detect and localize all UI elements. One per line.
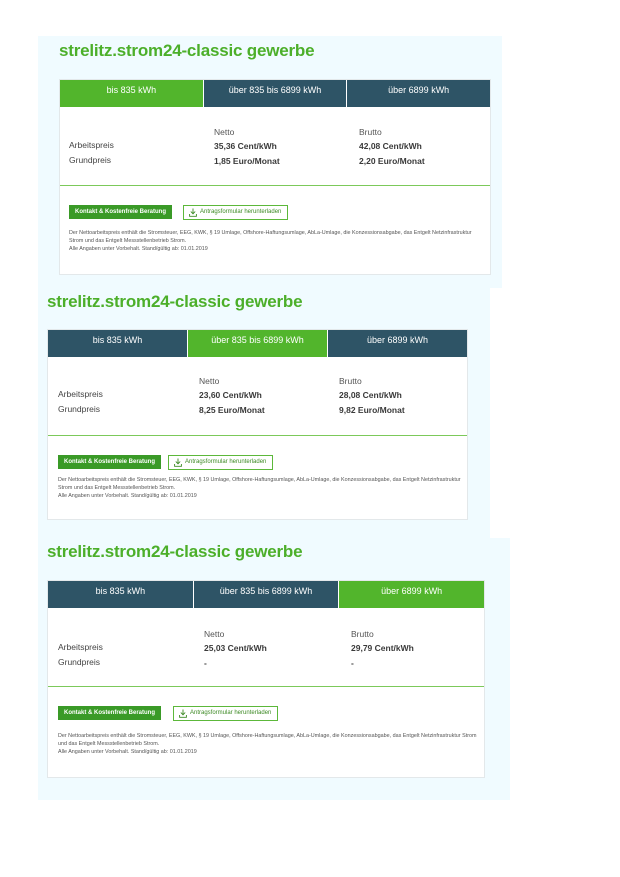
price-table: Netto Brutto Arbeitspreis 25,03 Cent/kWh… bbox=[48, 608, 484, 686]
arbeitspreis-netto: 23,60 Cent/kWh bbox=[199, 390, 262, 400]
tariff-card: bis 835 kWh über 835 bis 6899 kWh über 6… bbox=[59, 79, 491, 275]
download-form-label: Antragsformular herunterladen bbox=[185, 459, 267, 465]
tab-bis-835[interactable]: bis 835 kWh bbox=[48, 330, 188, 357]
page-title: strelitz.strom24-classic gewerbe bbox=[47, 292, 303, 311]
price-table: Netto Brutto Arbeitspreis 35,36 Cent/kWh… bbox=[60, 107, 490, 185]
tab-bis-835[interactable]: bis 835 kWh bbox=[48, 581, 194, 608]
tab-ueber-6899[interactable]: über 6899 kWh bbox=[347, 80, 491, 107]
tariff-card: bis 835 kWh über 835 bis 6899 kWh über 6… bbox=[47, 580, 485, 778]
netto-header: Netto bbox=[214, 127, 235, 137]
validity-text: Alle Angaben unter Vorbehalt. Stand/gült… bbox=[58, 493, 197, 499]
download-form-label: Antragsformular herunterladen bbox=[190, 710, 272, 716]
price-table: Netto Brutto Arbeitspreis 23,60 Cent/kWh… bbox=[48, 357, 467, 435]
page-title: strelitz.strom24-classic gewerbe bbox=[59, 41, 315, 60]
contact-button[interactable]: Kontakt & Kostenfreie Beratung bbox=[58, 455, 162, 469]
brutto-header: Brutto bbox=[339, 376, 362, 386]
download-form-button[interactable]: Antragsformular herunterladen bbox=[168, 455, 274, 470]
download-form-button[interactable]: Antragsformular herunterladen bbox=[173, 706, 279, 721]
download-icon bbox=[174, 458, 182, 467]
download-form-button[interactable]: Antragsformular herunterladen bbox=[183, 205, 289, 220]
grundpreis-label: Grundpreis bbox=[58, 404, 101, 414]
tab-ueber-6899[interactable]: über 6899 kWh bbox=[328, 330, 467, 357]
action-bar: Kontakt & Kostenfreie Beratung Antragsfo… bbox=[48, 687, 484, 725]
download-form-label: Antragsformular herunterladen bbox=[200, 209, 282, 215]
grundpreis-netto: 8,25 Euro/Monat bbox=[199, 405, 265, 415]
grundpreis-label: Grundpreis bbox=[58, 657, 101, 667]
brutto-header: Brutto bbox=[351, 629, 374, 639]
brutto-header: Brutto bbox=[359, 127, 382, 137]
arbeitspreis-label: Arbeitspreis bbox=[58, 389, 103, 399]
validity-text: Alle Angaben unter Vorbehalt. Stand/gült… bbox=[58, 749, 197, 755]
arbeitspreis-label: Arbeitspreis bbox=[69, 140, 114, 150]
tab-835-6899[interactable]: über 835 bis 6899 kWh bbox=[193, 581, 340, 608]
arbeitspreis-netto: 25,03 Cent/kWh bbox=[204, 643, 267, 653]
tab-ueber-6899[interactable]: über 6899 kWh bbox=[339, 581, 485, 608]
arbeitspreis-netto: 35,36 Cent/kWh bbox=[214, 141, 277, 151]
tab-835-6899[interactable]: über 835 bis 6899 kWh bbox=[203, 80, 348, 107]
grundpreis-netto: 1,85 Euro/Monat bbox=[214, 156, 280, 166]
tariff-tabs: bis 835 kWh über 835 bis 6899 kWh über 6… bbox=[48, 330, 467, 357]
contact-button[interactable]: Kontakt & Kostenfreie Beratung bbox=[58, 706, 162, 720]
legal-note: Der Nettoarbeitspreis enthält die Stroms… bbox=[58, 476, 463, 500]
arbeitspreis-label: Arbeitspreis bbox=[58, 642, 103, 652]
tab-835-6899[interactable]: über 835 bis 6899 kWh bbox=[188, 330, 328, 357]
arbeitspreis-brutto: 42,08 Cent/kWh bbox=[359, 141, 422, 151]
legal-note: Der Nettoarbeitspreis enthält die Stroms… bbox=[69, 229, 484, 253]
grundpreis-brutto: - bbox=[351, 658, 354, 668]
grundpreis-label: Grundpreis bbox=[69, 155, 112, 165]
action-bar: Kontakt & Kostenfreie Beratung Antragsfo… bbox=[60, 186, 490, 224]
note-text: Der Nettoarbeitspreis enthält die Stroms… bbox=[58, 477, 461, 491]
tariff-card: bis 835 kWh über 835 bis 6899 kWh über 6… bbox=[47, 329, 468, 520]
tariff-tabs: bis 835 kWh über 835 bis 6899 kWh über 6… bbox=[60, 80, 491, 107]
arbeitspreis-brutto: 28,08 Cent/kWh bbox=[339, 390, 402, 400]
validity-text: Alle Angaben unter Vorbehalt. Stand/gült… bbox=[69, 246, 208, 252]
contact-button[interactable]: Kontakt & Kostenfreie Beratung bbox=[69, 205, 173, 219]
action-bar: Kontakt & Kostenfreie Beratung Antragsfo… bbox=[48, 436, 467, 474]
arbeitspreis-brutto: 29,79 Cent/kWh bbox=[351, 643, 414, 653]
page-title: strelitz.strom24-classic gewerbe bbox=[47, 542, 303, 561]
download-icon bbox=[179, 709, 187, 718]
download-icon bbox=[189, 208, 197, 217]
grundpreis-brutto: 9,82 Euro/Monat bbox=[339, 405, 405, 415]
netto-header: Netto bbox=[204, 629, 225, 639]
grundpreis-brutto: 2,20 Euro/Monat bbox=[359, 156, 425, 166]
tariff-tabs: bis 835 kWh über 835 bis 6899 kWh über 6… bbox=[48, 581, 485, 608]
legal-note: Der Nettoarbeitspreis enthält die Stroms… bbox=[58, 732, 478, 756]
tab-bis-835[interactable]: bis 835 kWh bbox=[60, 80, 204, 107]
grundpreis-netto: - bbox=[204, 658, 207, 668]
note-text: Der Nettoarbeitspreis enthält die Stroms… bbox=[69, 230, 472, 244]
netto-header: Netto bbox=[199, 376, 220, 386]
note-text: Der Nettoarbeitspreis enthält die Stroms… bbox=[58, 733, 477, 747]
